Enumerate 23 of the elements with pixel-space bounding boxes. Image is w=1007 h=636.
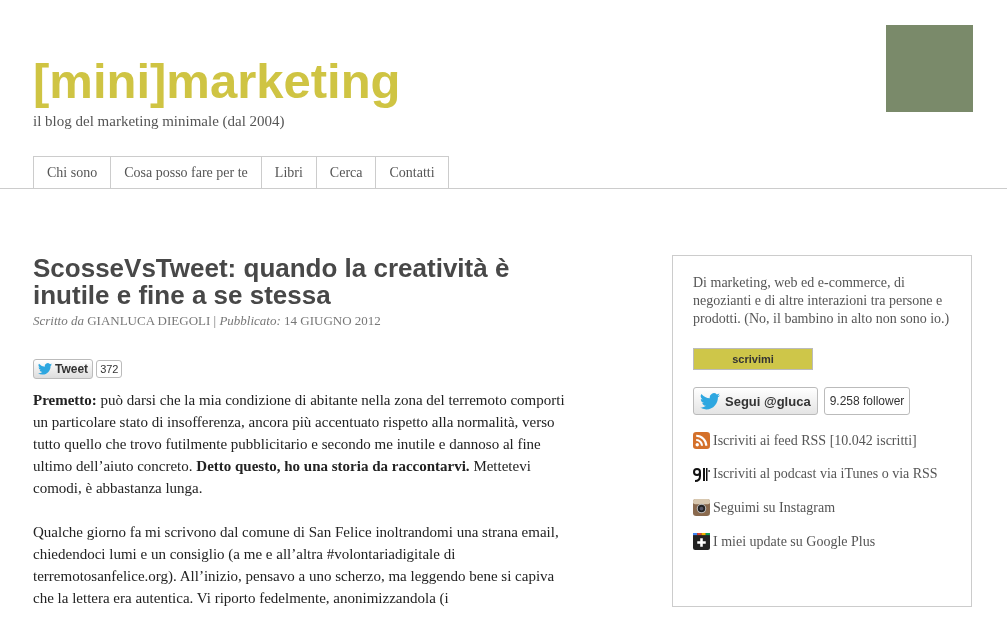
sidebar-link[interactable]: Iscriviti ai feed RSS [10.042 iscritti]	[713, 432, 917, 449]
post-paragraph: Qualche giorno fa mi scrivono dal comune di San Felice inoltrandomi una strana email, chiedendoci lumi e un consiglio (a me e all’altra #volontariadigitale di terremotosanfelice.org). All’inizio, pensavo a uno scherzo, ma leggendo bene si capiva che la lettera era autentica. Vi riporto fedelmente, anonimizzandola (i	[33, 523, 560, 608]
camera-icon	[693, 499, 710, 516]
bird-icon	[38, 363, 52, 375]
bird-icon	[700, 392, 720, 410]
post-title: ScosseVsTweet: quando la creatività è inutile e fine a se stessa	[33, 255, 511, 309]
plus-icon	[693, 533, 710, 550]
post-byline: Scritto da GIANLUCA DIEGOLI | Pubblicato: 14 GIUGNO 2012	[33, 313, 382, 329]
tweet-count: 372	[96, 360, 123, 378]
nav-tab[interactable]: Chi sono	[33, 156, 112, 188]
about-text: Di marketing, web ed e-commerce, di negozianti e di altre interazioni tra persone e prodotti. (No, il bambino in alto non sono io.)	[693, 274, 951, 328]
follower-count: 9.258 follower	[823, 387, 911, 415]
contact-button[interactable]: scrivimi	[693, 348, 813, 370]
podcast-icon	[693, 466, 710, 482]
sidebar-link[interactable]: I miei update su Google Plus	[713, 533, 876, 550]
tweet-button[interactable]: Tweet	[33, 359, 94, 379]
follow-button[interactable]: Segui @gluca	[693, 387, 818, 415]
rss-icon	[693, 432, 710, 449]
site-tagline: il blog del marketing minimale (dal 2004)	[33, 113, 286, 130]
sidebar-link[interactable]: Iscriviti al podcast via iTunes o via RSS	[713, 466, 938, 482]
nav-tab[interactable]: Contatti	[375, 156, 449, 188]
sidebar-link[interactable]: Seguimi su Instagram	[713, 499, 836, 516]
post-paragraph: Premetto: può darsi che la mia condizione di abitante nella zona del terremoto comporti un particolare stato di insofferenza, ancora più accentuato rispetto alla normalità, verso tutto quello che trovo futilmente pubblicitario e secondo me inutile e dannoso al fine ultimo dell’aiuto concreto. Detto questo, ho una storia da raccontarvi. Mettetevi comodi, è abbastanza lunga.	[33, 391, 566, 498]
